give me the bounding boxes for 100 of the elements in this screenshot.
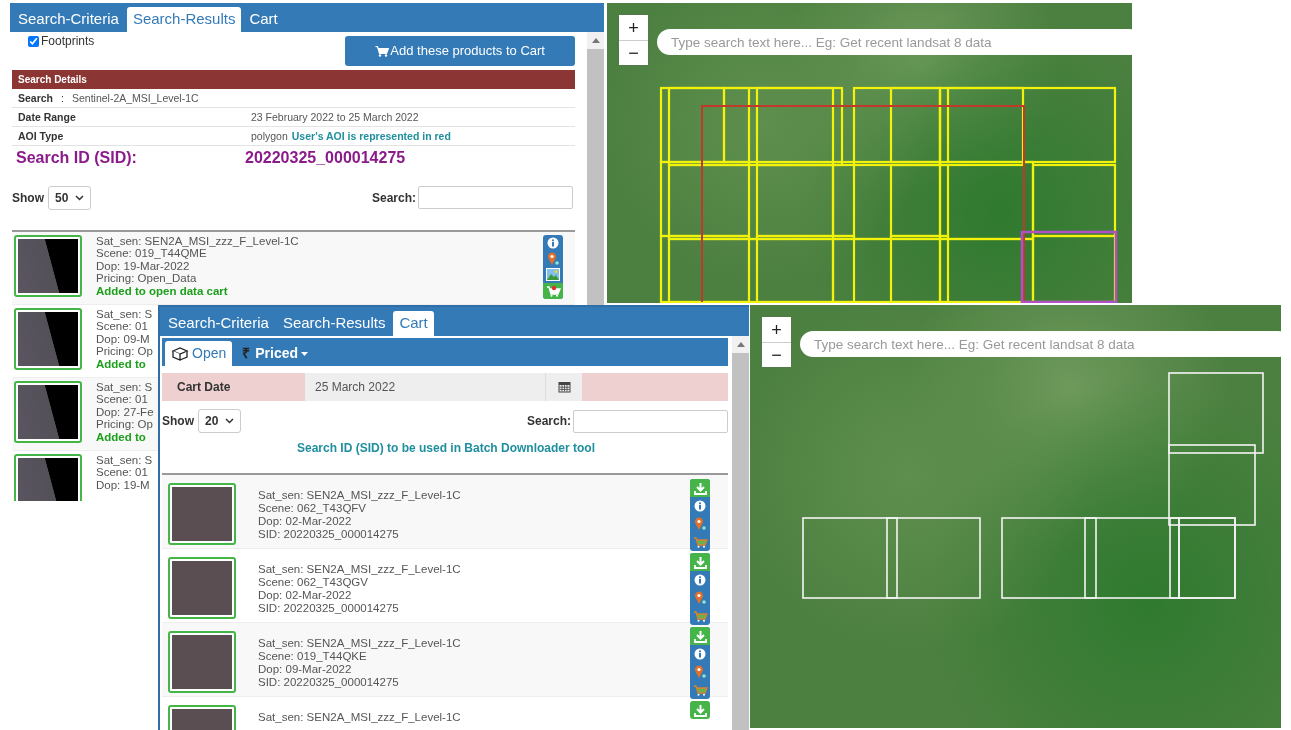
show-label: Show [162, 413, 194, 430]
tab[interactable]: Search-Results [126, 7, 242, 32]
image-icon[interactable] [546, 268, 560, 281]
result-text: Dop: 27-Fe [96, 405, 154, 418]
batch-note: Search ID (SID) to be used in Batch Downloader tool [296, 440, 596, 457]
zoom-in-button[interactable]: + [619, 15, 648, 40]
status-text: Added to [96, 357, 146, 370]
caret-icon [301, 351, 309, 356]
sub-tab[interactable]: ₹ Priced [236, 341, 315, 366]
satellite-map[interactable]: + − Type search text here... Eg: Get recent landsat 8 data [750, 305, 1281, 728]
tab[interactable]: Cart [243, 7, 284, 32]
detail-label: Date Range [18, 109, 77, 125]
result-text: Dop: 02-Mar-2022 [258, 589, 352, 602]
result-text: SID: 20220325_000014275 [258, 602, 399, 615]
calendar-icon [557, 381, 571, 393]
satellite-map[interactable]: + − Type search text here... Eg: Get recent landsat 8 data [607, 3, 1132, 303]
search-label: Search: [371, 189, 416, 207]
sid-label: Search ID (SID): [16, 147, 138, 168]
add-to-cart-button[interactable]: Add these products to Cart [345, 36, 575, 66]
result-text: Scene: 062_T43QFV [258, 502, 367, 515]
sub-tab[interactable]: Open [165, 341, 233, 366]
section-header: Search Details [12, 69, 575, 89]
search-field[interactable]: Type search text here... Eg: Get recent landsat 8 data [657, 29, 1132, 55]
info-icon[interactable] [694, 648, 706, 660]
thumbnail-image[interactable] [168, 631, 236, 693]
result-text: Dop: 09-Mar-2022 [258, 663, 352, 676]
result-text: Dop: 19-M [96, 478, 150, 491]
thumbnail-image[interactable] [14, 307, 82, 370]
footprints-checkbox[interactable] [28, 35, 39, 47]
detail-value: polygon [251, 128, 288, 144]
cart-icon [545, 284, 561, 297]
tab[interactable]: Cart [393, 311, 434, 336]
search-field[interactable]: Type search text here... Eg: Get recent landsat 8 data [800, 331, 1281, 357]
result-text: Dop: 02-Mar-2022 [258, 515, 352, 528]
search-label: Search: [526, 413, 571, 430]
result-text: Sat_sen: SEN2A_MSI_zzz_F_Level-1C [258, 563, 461, 576]
result-text: Pricing: Op [96, 418, 153, 431]
cart-icon [692, 684, 708, 696]
result-text: Scene: 01 [96, 320, 148, 333]
result-text: Scene: 01 [96, 466, 148, 479]
tab[interactable]: Search-Criteria [162, 311, 275, 336]
map-pin-icon[interactable] [694, 665, 706, 679]
result-text: Dop: 19-Mar-2022 [96, 259, 190, 272]
thumbnail-image[interactable] [14, 234, 82, 297]
status-text: Added to open data cart [96, 284, 228, 297]
map-pin-icon[interactable] [547, 251, 559, 266]
result-text: Sat_sen: SEN2A_MSI_zzz_F_Level-1C [258, 711, 461, 724]
zoom-out-button[interactable]: − [762, 342, 791, 367]
info-icon[interactable] [694, 574, 706, 586]
result-text: Sat_sen: S [96, 307, 153, 320]
result-text: Sat_sen: S [96, 453, 153, 466]
detail-value: Sentinel-2A_MSI_Level-1C [71, 90, 199, 106]
result-text: SID: 20220325_000014275 [258, 676, 399, 689]
download-icon[interactable] [693, 481, 707, 495]
page-size-select[interactable]: 20 [198, 409, 242, 433]
scroll-up-icon[interactable] [591, 38, 600, 43]
info-icon[interactable] [694, 500, 706, 512]
show-label: Show [12, 189, 44, 207]
scrollbar[interactable] [587, 32, 604, 307]
page-size-select[interactable]: 50 [48, 185, 92, 210]
thumbnail-image[interactable] [14, 380, 82, 443]
download-icon[interactable] [693, 629, 707, 643]
search-field[interactable] [418, 186, 573, 209]
result-text: Sat_sen: S [96, 380, 153, 393]
tab[interactable]: Search-Results [276, 311, 392, 336]
cart-status-button[interactable] [543, 282, 563, 299]
scrollbar[interactable] [732, 336, 749, 730]
date-field[interactable]: 25 March 2022 [305, 373, 545, 401]
map-pin-icon[interactable] [694, 591, 706, 605]
thumbnail-image[interactable] [168, 557, 236, 619]
cart-icon [692, 610, 708, 622]
caret-icon [75, 194, 85, 201]
calendar-button[interactable] [545, 373, 582, 401]
result-text: Pricing: Op [96, 345, 153, 358]
result-text: Sat_sen: SEN2A_MSI_zzz_F_Level-1C [258, 637, 461, 650]
thumbnail-image[interactable] [14, 453, 82, 501]
result-text: Sat_sen: SEN2A_MSI_zzz_F_Level-1C [96, 234, 299, 247]
cart-icon [692, 536, 708, 548]
zoom-out-button[interactable]: − [619, 40, 648, 65]
map-pin-icon[interactable] [694, 517, 706, 531]
result-text: SID: 20220325_000014275 [258, 528, 399, 541]
info-icon[interactable] [547, 236, 559, 249]
result-text: Scene: 019_T44QME [96, 247, 207, 260]
status-text: Added to [96, 430, 146, 443]
cart-icon [375, 44, 390, 57]
thumbnail-image[interactable] [168, 483, 236, 545]
detail-label: AOI Type [18, 128, 65, 144]
scroll-up-icon[interactable] [736, 342, 745, 347]
box-icon [171, 346, 189, 361]
detail-note: User's AOI is represented in red [291, 128, 451, 144]
result-text: Pricing: Open_Data [96, 272, 197, 285]
detail-label: Search [18, 90, 54, 106]
cart-date-label: Cart Date [176, 379, 232, 396]
result-text: Scene: 01 [96, 393, 148, 406]
download-icon[interactable] [693, 555, 707, 569]
search-field[interactable] [573, 409, 728, 433]
zoom-in-button[interactable]: + [762, 317, 791, 342]
tab[interactable]: Search-Criteria [12, 7, 125, 32]
result-text: Scene: 019_T44QKE [258, 650, 367, 663]
result-text: Sat_sen: SEN2A_MSI_zzz_F_Level-1C [258, 489, 461, 502]
